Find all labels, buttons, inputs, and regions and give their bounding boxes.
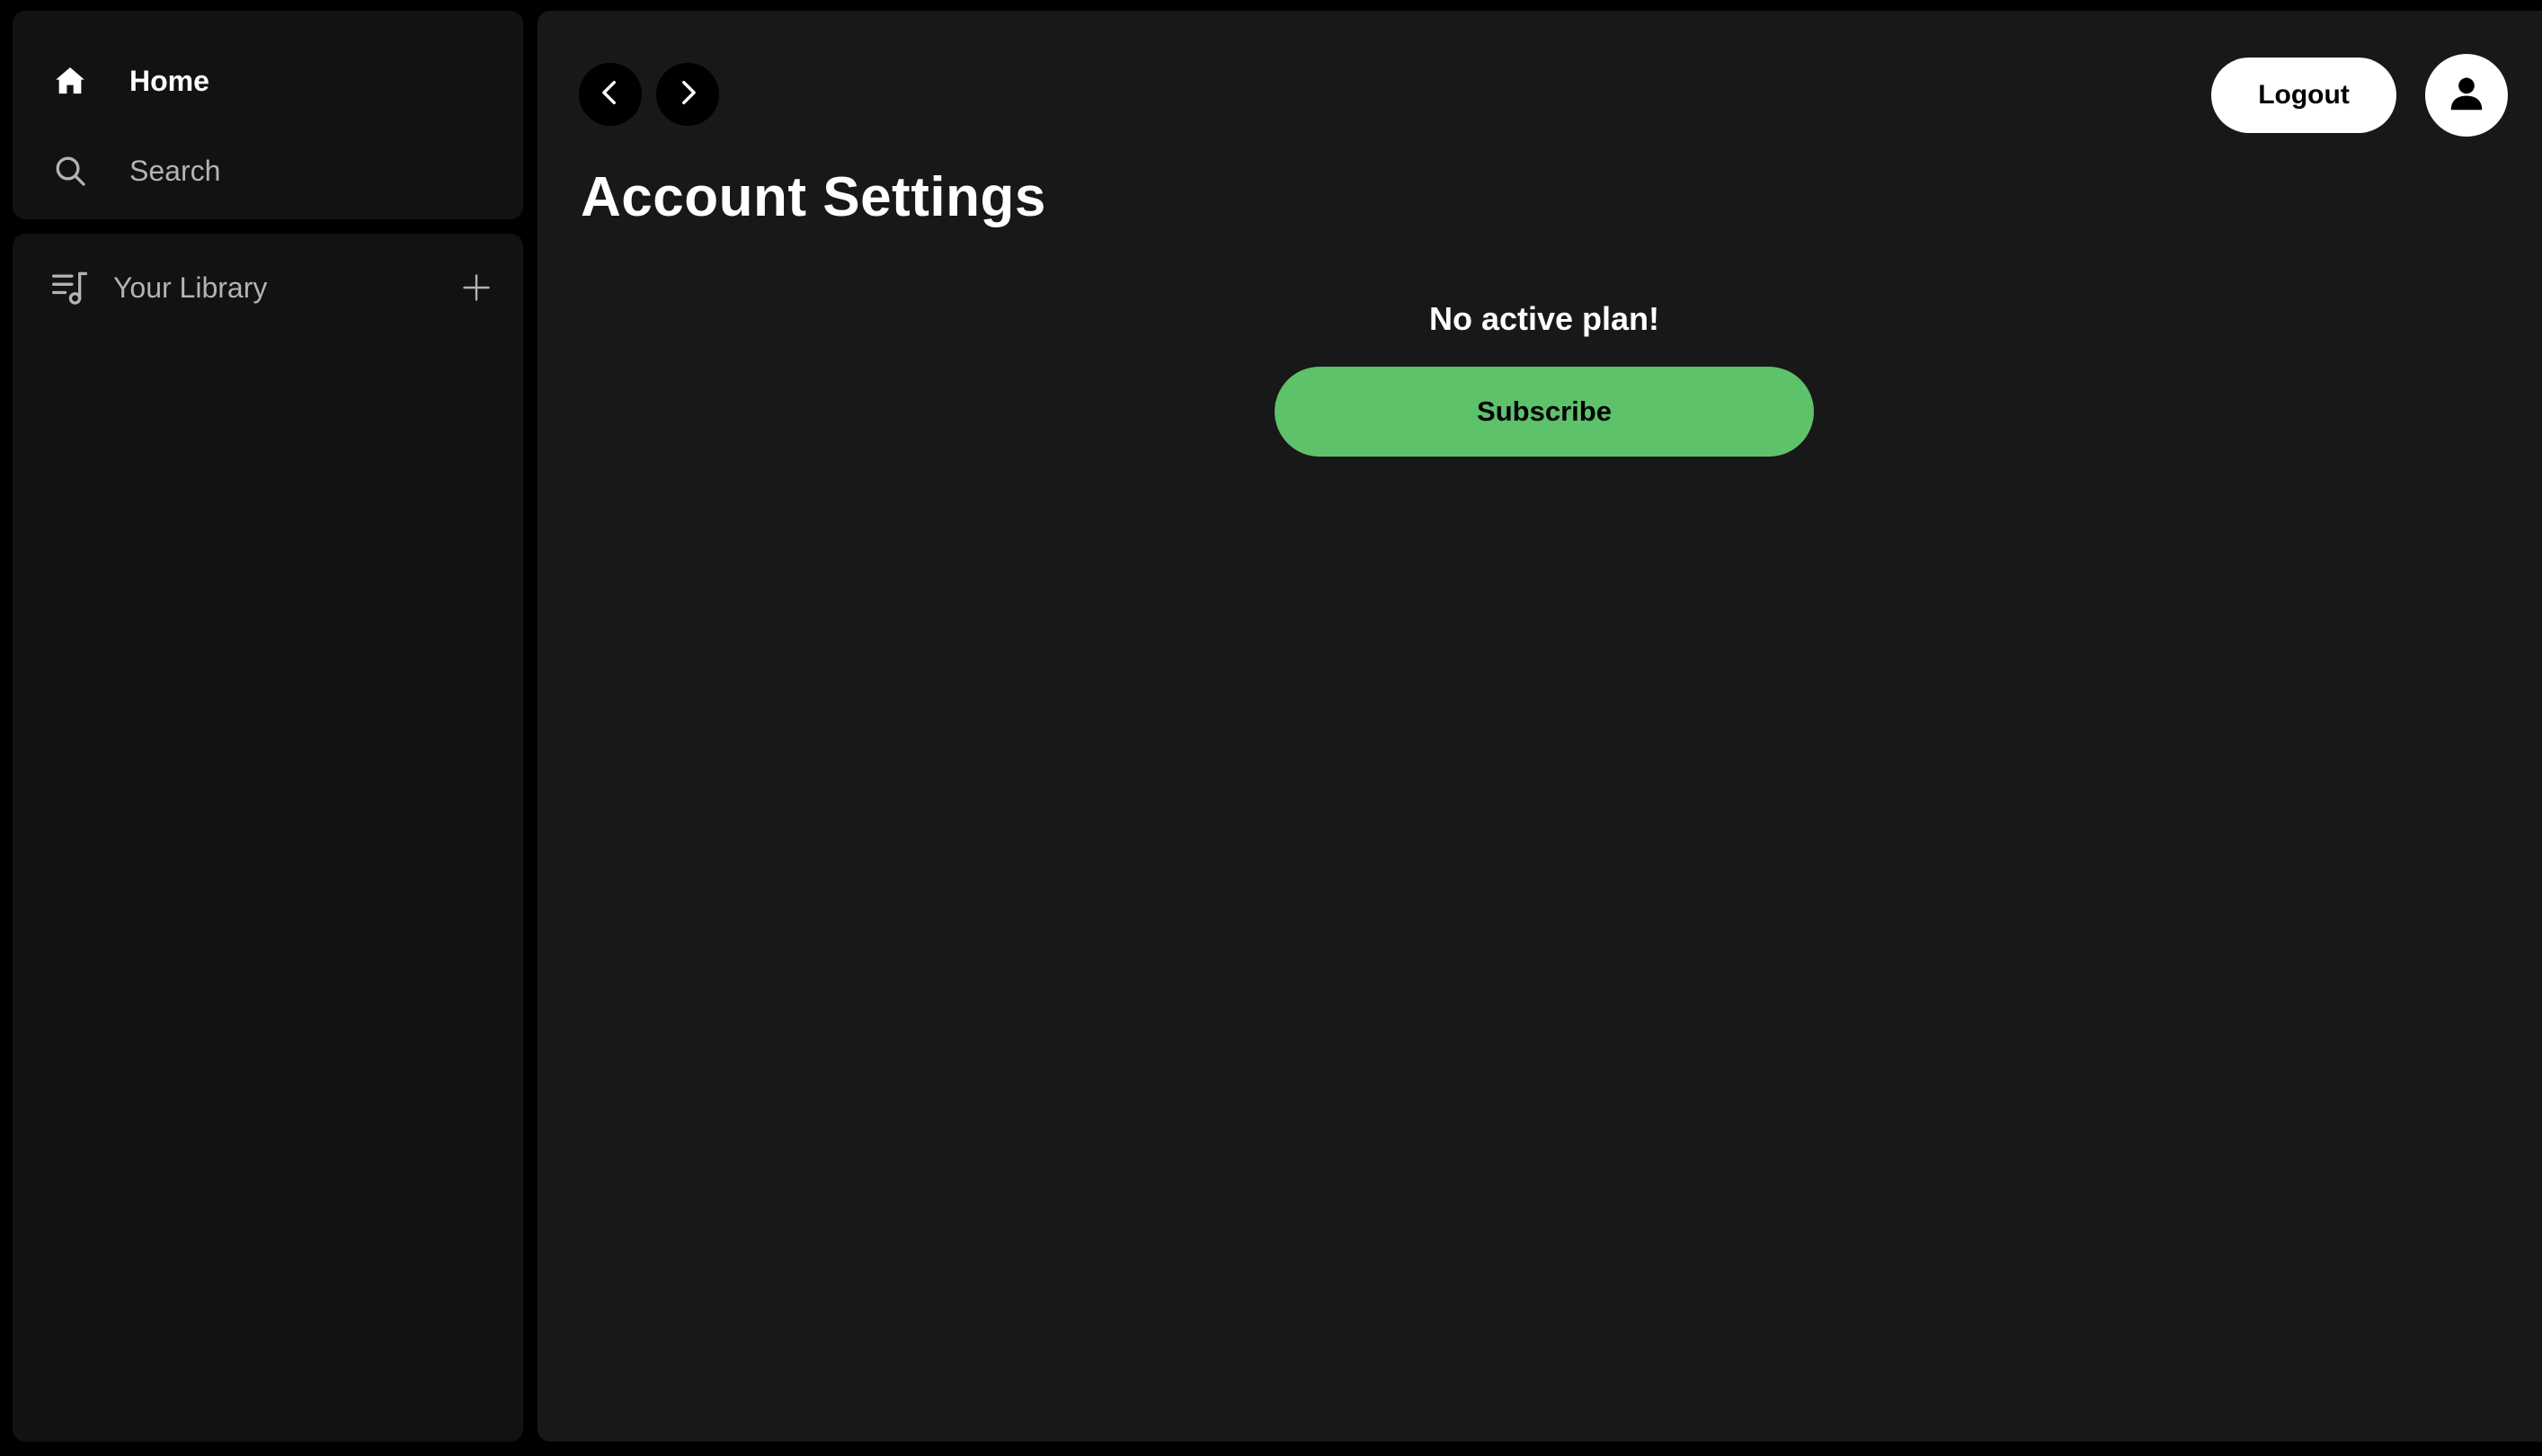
sidebar-item-home[interactable]: Home [50,54,209,108]
plus-icon[interactable] [455,266,498,309]
chevron-left-icon [595,77,626,112]
avatar-button[interactable] [2425,54,2508,137]
forward-button[interactable] [656,63,719,126]
library-icon[interactable] [49,266,92,309]
back-button[interactable] [579,63,642,126]
library-label[interactable]: Your Library [113,271,267,305]
sidebar-item-search[interactable]: Search [50,144,220,198]
logout-button[interactable]: Logout [2211,58,2396,133]
history-nav [579,63,719,126]
chevron-right-icon [672,77,703,112]
search-icon [50,151,90,191]
subscribe-button[interactable]: Subscribe [1275,367,1814,457]
sidebar-item-label: Search [129,154,221,187]
plan-status-text: No active plan! [1428,300,1660,337]
main-content: Logout Account Settings No active plan! … [538,11,2542,1442]
library-panel: Your Library [13,234,523,1442]
app-window: Home Search Your Library Logout Account … [0,0,2542,1456]
page-title: Account Settings [581,166,1046,228]
user-icon [2446,73,2487,119]
sidebar-nav-panel: Home Search [13,11,523,219]
library-header: Your Library [49,261,498,315]
home-icon [50,61,90,101]
sidebar-item-label: Home [129,64,209,97]
